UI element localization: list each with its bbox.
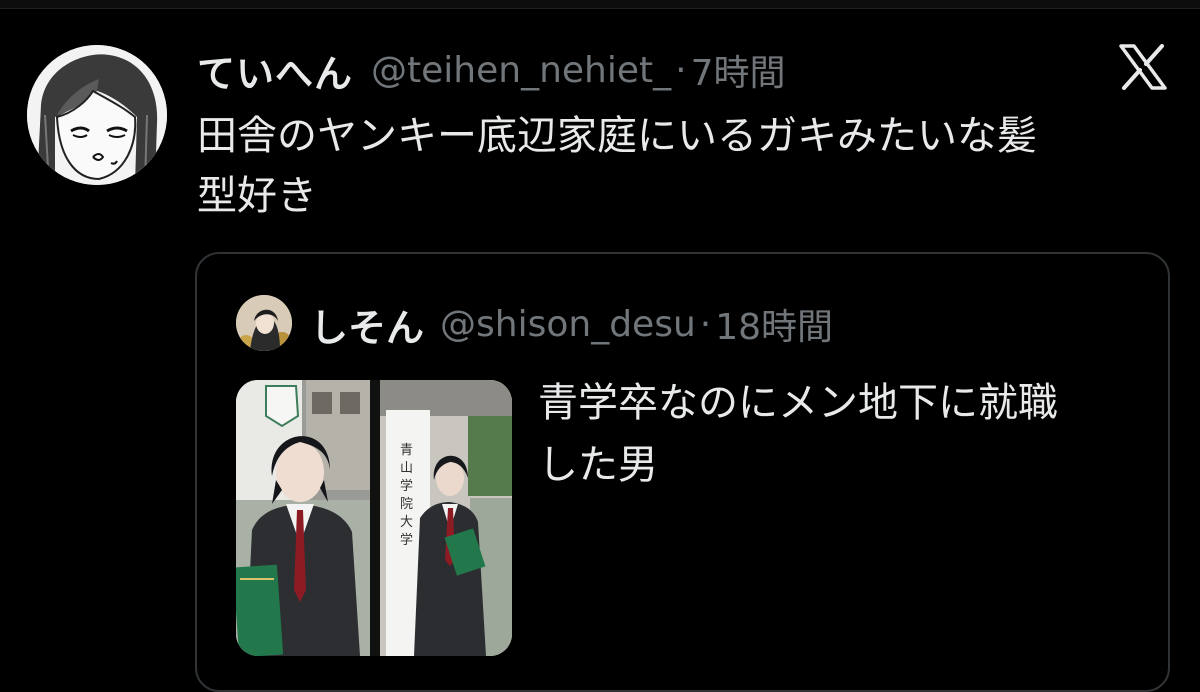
tweet-header: ていへん @teihen_nehiet_ · 7時間 — [197, 42, 785, 98]
sign-char: 山 — [400, 461, 413, 476]
sign-char: 学 — [400, 478, 413, 494]
quoted-header: しそん @shison_desu · 18時間 — [310, 296, 833, 352]
sign-char: 学 — [400, 532, 413, 548]
manga-avatar-image — [27, 45, 167, 185]
quoted-photo: 青 山 学 院 大 学 — [236, 380, 512, 656]
quoted-avatar[interactable] — [236, 295, 292, 351]
sign-char: 青 — [400, 443, 413, 458]
sign-char: 院 — [400, 497, 413, 512]
user-handle[interactable]: @teihen_nehiet_ — [371, 50, 671, 91]
quoted-text-line: した男 — [538, 442, 658, 488]
quoted-user-handle[interactable]: @shison_desu — [440, 304, 696, 345]
quoted-text-line: 青学卒なのにメン地下に就職 — [538, 380, 1058, 426]
quoted-separator-dot: · — [699, 303, 712, 345]
tweet-text-line: 型好き — [197, 173, 317, 219]
quoted-text: 青学卒なのにメン地下に就職 した男 — [538, 372, 1148, 496]
timestamp[interactable]: 7時間 — [691, 44, 786, 96]
quoted-timestamp[interactable]: 18時間 — [715, 298, 833, 350]
quoted-display-name[interactable]: しそん — [310, 297, 424, 352]
display-name[interactable]: ていへん — [197, 43, 353, 98]
quoted-tweet[interactable]: しそん @shison_desu · 18時間 青 山 学 院 大 学 青学卒な… — [195, 252, 1170, 692]
tweet-text-line: 田舎のヤンキー底辺家庭にいるガキみたいな髪 — [197, 113, 1037, 159]
quoted-avatar-image — [236, 295, 292, 351]
sign-char: 大 — [400, 515, 413, 530]
x-logo-icon — [1119, 44, 1167, 90]
avatar[interactable] — [27, 45, 167, 185]
separator-dot: · — [675, 49, 687, 91]
tweet-text: 田舎のヤンキー底辺家庭にいるガキみたいな髪 型好き — [197, 106, 1157, 226]
quoted-media[interactable]: 青 山 学 院 大 学 — [236, 380, 512, 656]
tweet-card[interactable]: ていへん @teihen_nehiet_ · 7時間 田舎のヤンキー底辺家庭にい… — [0, 0, 1200, 692]
